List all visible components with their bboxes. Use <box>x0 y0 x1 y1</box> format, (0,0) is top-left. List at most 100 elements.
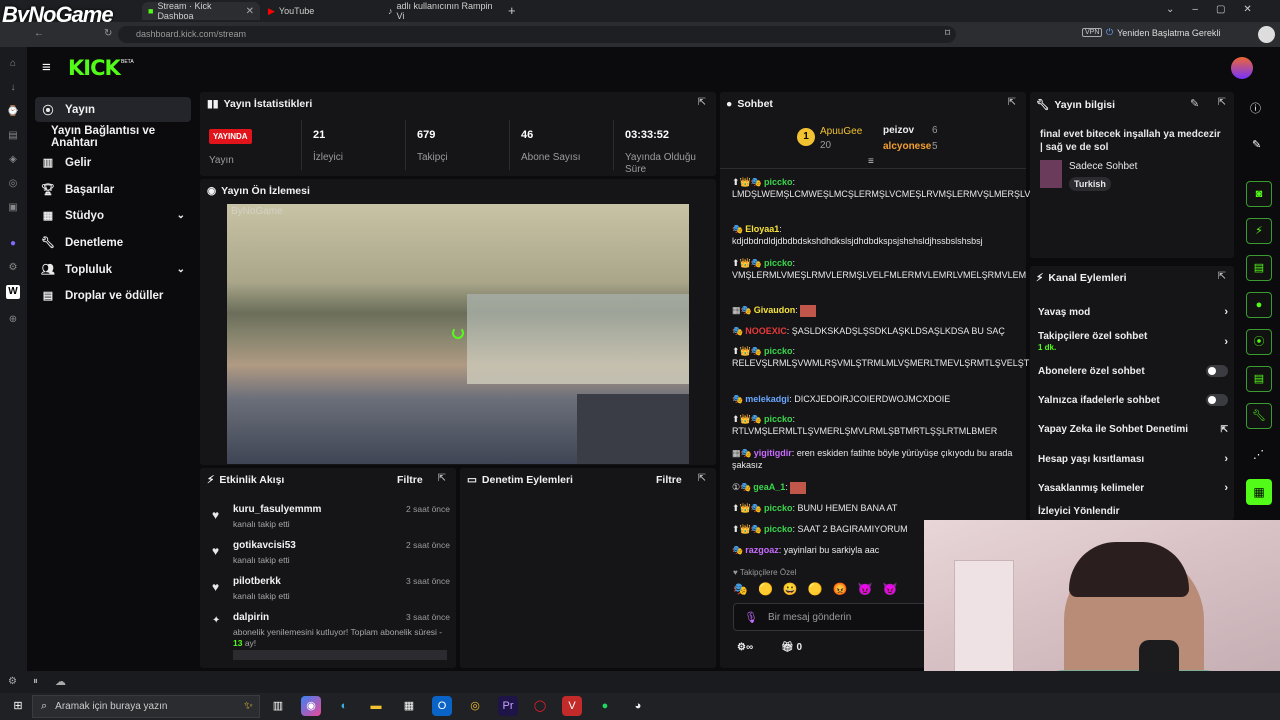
spotify-icon[interactable]: ● <box>595 696 615 716</box>
account-age-row[interactable]: Hesap yaşı kısıtlaması › <box>1038 449 1228 469</box>
copilot-icon[interactable]: ◉ <box>301 696 321 716</box>
add-icon[interactable]: ⊕ <box>6 313 20 327</box>
explorer-icon[interactable]: ▬ <box>366 696 386 716</box>
nav-item-stream-key[interactable]: Yayın Bağlantısı ve Anahtarı <box>35 124 191 149</box>
hair-shape <box>1069 542 1189 597</box>
category-name[interactable]: Sadece Sohbet <box>1069 161 1137 172</box>
tab-youtube[interactable]: ▶ YouTube <box>262 2 380 20</box>
notes-icon[interactable]: ▣ <box>6 201 20 215</box>
cloud-icon[interactable]: ☁ <box>55 675 66 688</box>
rail-layout-icon[interactable]: ▤ <box>1246 366 1272 392</box>
settings-icon[interactable]: ⚙ <box>8 676 17 687</box>
followers-only-row[interactable]: Takipçilere özel sohbet 1 dk. › <box>1038 328 1228 356</box>
rail-camera-icon[interactable]: ◙ <box>1246 181 1272 207</box>
player-icon[interactable]: ◎ <box>6 177 20 191</box>
top-gifter-name[interactable]: ApuuGee <box>820 126 862 137</box>
gift-icon[interactable]: 🎁︎ 0 <box>781 642 802 653</box>
rail-lightning-icon[interactable]: ⚡︎ <box>1246 218 1272 244</box>
windows-taskbar: ⊞ ⌕ Aramak için buraya yazın ✨︎ ▥ ◉ ◐ ▬ … <box>0 693 1280 720</box>
new-tab-button[interactable]: + <box>508 3 516 18</box>
edit-layout-icon[interactable]: ✎ <box>1252 138 1261 151</box>
popout-icon[interactable]: ⇱ <box>698 97 706 108</box>
channel-actions-title: ⚡︎ Kanal Eylemleri <box>1036 272 1127 284</box>
history-icon[interactable]: ⌚ <box>6 105 20 119</box>
url-field[interactable]: dashboard.kick.com/stream <box>118 26 956 43</box>
moderation-filter-button[interactable]: Filtre <box>656 474 682 486</box>
lightning-icon: ⚡︎ <box>1036 272 1044 284</box>
popout-icon[interactable]: ⇱ <box>698 473 706 484</box>
chat-settings-icon[interactable]: ⚙∞ <box>737 642 753 653</box>
messenger-icon[interactable]: ● <box>6 237 20 251</box>
wallet-icon[interactable]: ▤ <box>6 129 20 143</box>
popout-icon[interactable]: ⇱ <box>1218 97 1226 108</box>
task-view-icon[interactable]: ▥ <box>268 696 288 716</box>
badges: ▦🎭 <box>732 448 752 458</box>
download-icon[interactable]: ↓ <box>6 81 20 95</box>
profile-avatar[interactable] <box>1258 26 1275 43</box>
bookmark-icon[interactable]: ⌑ <box>945 28 950 39</box>
rail-chat-icon[interactable]: ● <box>1246 292 1272 318</box>
nav-item-droplar[interactable]: ▤ Droplar ve ödüller <box>35 283 191 308</box>
live-badge: YAYINDA <box>209 129 252 144</box>
gifter-name[interactable]: alcyonese <box>883 141 931 152</box>
popout-icon[interactable]: ⇱ <box>1218 271 1226 282</box>
share-icon[interactable]: ⋰ <box>1253 448 1264 461</box>
banned-words-row[interactable]: Yasaklanmış kelimeler › <box>1038 478 1228 498</box>
back-icon[interactable]: ← <box>34 28 44 39</box>
nav-item-studyo[interactable]: ▦ Stüdyo ⌄ <box>35 203 191 228</box>
info-icon[interactable]: ⓘ <box>1250 100 1261 116</box>
rail-broadcast-icon[interactable]: ⦿ <box>1246 329 1272 355</box>
kick-header: ≡ KICK BETA <box>27 47 1280 90</box>
edge-icon[interactable]: ◐ <box>334 696 354 716</box>
premiere-icon[interactable]: Pr <box>498 696 518 716</box>
popout-icon[interactable]: ⇱ <box>1008 97 1016 108</box>
user-avatar[interactable] <box>1231 57 1253 79</box>
obs-icon[interactable]: ◕ <box>628 696 648 716</box>
activity-filter-button[interactable]: Filtre <box>397 474 423 486</box>
tab-rampin[interactable]: ♪ adlı kullanıcının Rampin Vi <box>382 1 502 21</box>
windows-start-icon[interactable]: ⊞ <box>8 696 28 716</box>
gifter-name[interactable]: peizov <box>883 125 914 136</box>
subscribers-only-toggle[interactable] <box>1206 365 1228 377</box>
pause-icon[interactable]: ⏸ <box>33 676 38 687</box>
w-icon[interactable]: W <box>6 285 20 299</box>
vivaldi-icon[interactable]: V <box>562 696 582 716</box>
nav-item-yayin[interactable]: ⦿ Yayın <box>35 97 191 122</box>
nav-item-gelir[interactable]: ▥ Gelir <box>35 150 191 175</box>
tab-kick-dashboard[interactable]: ■ Stream · Kick Dashboa ✕ <box>142 1 260 21</box>
chevron-right-icon: › <box>1224 336 1228 348</box>
rail-notes-icon[interactable]: ▤ <box>1246 255 1272 281</box>
emote-only-toggle[interactable] <box>1206 394 1228 406</box>
opera-icon[interactable]: ◯ <box>530 696 550 716</box>
speed-dial-icon[interactable]: ⌂ <box>6 57 20 71</box>
nav-item-basarilar[interactable]: 🏆︎ Başarılar <box>35 177 191 202</box>
slow-mode-row[interactable]: Yavaş mod › <box>1038 302 1228 322</box>
edit-icon[interactable]: ✎ <box>1190 97 1199 110</box>
reload-icon[interactable]: ↻ <box>104 28 112 39</box>
rail-wrench-icon[interactable]: 🔧︎ <box>1246 403 1272 429</box>
ai-moderation-row[interactable]: Yapay Zeka ile Sohbet Denetimi ⇱ <box>1038 419 1228 439</box>
emote <box>790 481 807 494</box>
outlook-icon[interactable]: O <box>432 696 452 716</box>
settings-icon[interactable]: ⚙ <box>6 261 20 275</box>
nav-item-topluluk[interactable]: 👥︎ Topluluk ⌄ <box>35 257 191 282</box>
raid-row[interactable]: İzleyici Yönlendir <box>1038 504 1228 518</box>
extension-icon[interactable]: ◈ <box>6 153 20 167</box>
chrome-icon[interactable]: ◎ <box>465 696 485 716</box>
store-icon[interactable]: ▦ <box>399 696 419 716</box>
badges: ①🎭 <box>732 482 752 492</box>
nav-item-denetleme[interactable]: 🔧︎ Denetleme <box>35 230 191 255</box>
vpn-badge[interactable]: VPN <box>1082 28 1103 37</box>
close-tab-icon[interactable]: ✕ <box>246 6 254 17</box>
popout-icon[interactable]: ⇱ <box>438 473 446 484</box>
window-controls[interactable]: ⌄–▢✕ <box>1166 4 1270 15</box>
restart-required-button[interactable]: ⏻ Yeniden Başlatma Gerekli <box>1106 27 1220 38</box>
expand-icon[interactable]: ≡ <box>868 156 874 167</box>
kick-favicon-icon: ■ <box>148 6 154 16</box>
menu-icon[interactable]: ≡ <box>42 59 51 76</box>
rail-grid-icon[interactable]: ▦ <box>1246 479 1272 505</box>
taskbar-search[interactable]: ⌕ Aramak için buraya yazın ✨︎ <box>32 695 260 718</box>
emote-quickbar[interactable]: 🎭🟡😀🟡😡😈😈 <box>733 582 908 596</box>
stream-preview-video[interactable]: ByNoGame <box>227 204 689 464</box>
kick-logo[interactable]: KICK <box>68 56 121 80</box>
